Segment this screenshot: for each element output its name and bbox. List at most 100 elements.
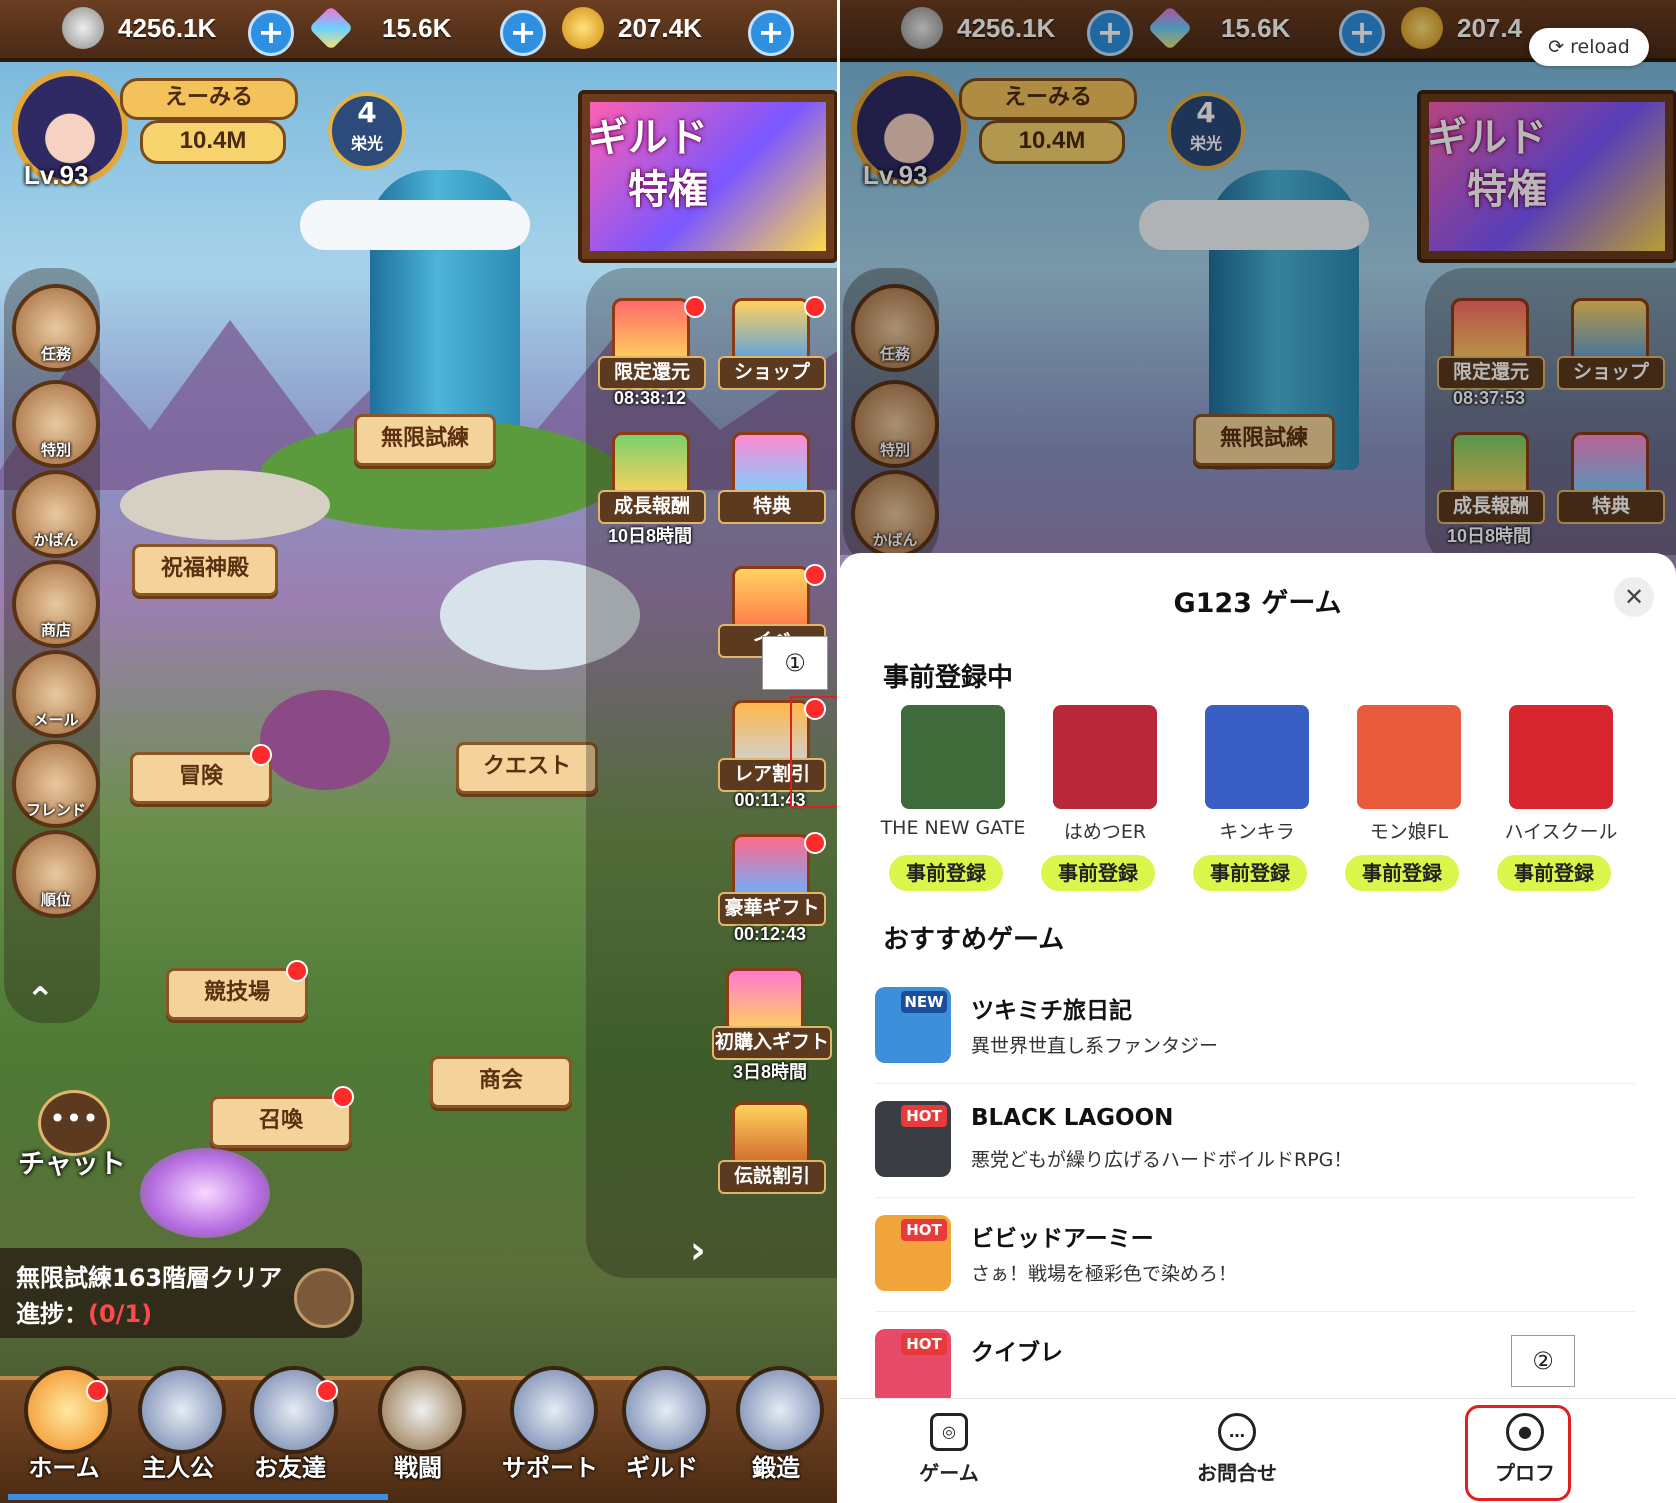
glory-badge[interactable]: 4 栄光 — [328, 92, 406, 170]
nav-label: 戦闘 — [394, 1454, 442, 1482]
first-purchase-gift-button[interactable]: 初購入ギフト 3日8時間 — [712, 968, 832, 1082]
preregister-button[interactable]: 事前登録 — [889, 855, 1003, 891]
banner-text: ギルド 特権 — [588, 112, 708, 216]
gift-icon — [612, 432, 690, 498]
menu-store-button[interactable]: 商店 — [12, 560, 100, 648]
hot-badge: HOT — [901, 1105, 947, 1127]
game-name: モン娘FL — [1369, 821, 1449, 843]
gold-value: 207.4K — [618, 12, 702, 43]
place-guild-hall[interactable]: 商会 — [430, 1056, 572, 1108]
gift-icon — [732, 834, 810, 900]
menu-label: メール — [33, 711, 79, 729]
menu-friend-button[interactable]: フレンド — [12, 740, 100, 828]
notification-dot — [804, 564, 826, 586]
sheet-bottom-navigation: ◎ ゲーム … お問合せ ● プロフ — [839, 1398, 1676, 1503]
chest-icon — [732, 1102, 810, 1168]
nav-guild[interactable]: ギルド — [612, 1366, 712, 1486]
game-description: さぁ！戦場を極彩色で染めろ！ — [971, 1263, 1238, 1285]
deluxe-gift-timer: 00:12:43 — [733, 924, 807, 944]
legend-discount-button[interactable]: 伝説割引 — [718, 1102, 826, 1194]
recommended-heading: おすすめゲーム — [883, 925, 1065, 955]
close-icon[interactable]: ✕ — [1614, 577, 1654, 617]
notification-dot — [804, 296, 826, 318]
preregister-button[interactable]: 事前登録 — [1497, 855, 1611, 891]
left-side-menu: 任務 特別 かばん 商店 メール フレンド 順位 — [4, 268, 100, 1023]
recommended-game-row[interactable]: HOT BLACK LAGOON 悪党どもが繰り広げるハードボイルドRPG！ — [875, 1101, 1635, 1198]
menu-mail-button[interactable]: メール — [12, 650, 100, 738]
guild-privilege-banner[interactable]: ギルド 特権 — [578, 90, 838, 263]
growth-reward-button[interactable]: 成長報酬 10日8時間 — [598, 432, 706, 546]
nav-hero[interactable]: 主人公 — [128, 1366, 228, 1486]
place-quest[interactable]: クエスト — [456, 742, 598, 794]
place-summon[interactable]: 召喚 — [210, 1096, 352, 1148]
gift-icon — [732, 432, 810, 498]
place-infinite-trial[interactable]: 無限試練 — [354, 414, 496, 466]
nav-label: 鍛造 — [752, 1454, 800, 1482]
glory-label: 栄光 — [350, 134, 383, 153]
nav-contact[interactable]: … お問合せ — [1177, 1413, 1297, 1486]
chevron-right-icon[interactable]: › — [690, 1228, 706, 1272]
quest-tracker[interactable]: 無限試練163階層クリア 進捗：(0/1) — [0, 1248, 362, 1338]
diamond-icon — [308, 5, 354, 51]
anvil-icon — [736, 1366, 824, 1454]
nav-forge[interactable]: 鍛造 — [726, 1366, 826, 1486]
game-name: ツキミチ旅日記 — [971, 998, 1132, 1024]
dim-overlay[interactable] — [839, 0, 1676, 555]
perks-button[interactable]: 特典 — [718, 432, 826, 524]
reload-button[interactable]: ⟳ reload — [1529, 28, 1649, 66]
reload-label: reload — [1570, 36, 1630, 58]
support-icon — [510, 1366, 598, 1454]
add-gold-button[interactable]: + — [748, 10, 794, 56]
player-level: Lv.93 — [24, 160, 89, 190]
gold-coin-icon — [562, 7, 604, 49]
gift-icon — [726, 968, 804, 1034]
limited-return-button[interactable]: 限定還元 08:38:12 — [598, 298, 706, 408]
nav-label: お問合せ — [1197, 1461, 1277, 1485]
shop-label: ショップ — [718, 356, 826, 390]
menu-mission-button[interactable]: 任務 — [12, 284, 100, 372]
collapse-menu-icon[interactable]: ⌃ — [26, 980, 55, 1020]
adventure-dome[interactable] — [260, 690, 390, 790]
recommended-game-row[interactable]: HOT ビビッドアーミー さぁ！戦場を極彩色で染めろ！ — [875, 1215, 1635, 1312]
recommended-game-row[interactable]: NEW ツキミチ旅日記 異世界世直し系ファンタジー — [875, 987, 1635, 1084]
annotation-highlight-2 — [1465, 1405, 1571, 1501]
player-power: 10.4M — [140, 120, 286, 164]
cloud-decoration — [300, 200, 530, 250]
banner-line2: 特権 — [628, 167, 708, 213]
game-name: BLACK LAGOON — [971, 1105, 1174, 1131]
deluxe-gift-button[interactable]: 豪華ギフト 00:12:43 — [718, 834, 826, 944]
game-thumbnail — [901, 705, 1005, 809]
crossed-swords-icon — [378, 1366, 466, 1454]
annotation-marker-1: ① — [762, 636, 828, 690]
perks-label: 特典 — [718, 490, 826, 524]
game-description: 異世界世直し系ファンタジー — [971, 1035, 1219, 1057]
hot-badge: HOT — [901, 1333, 947, 1355]
limited-return-timer: 08:38:12 — [613, 388, 687, 408]
preregister-button[interactable]: 事前登録 — [1193, 855, 1307, 891]
menu-special-button[interactable]: 特別 — [12, 380, 100, 468]
preregister-button[interactable]: 事前登録 — [1345, 855, 1459, 891]
panel-divider — [837, 0, 840, 1503]
game-thumbnail — [1509, 705, 1613, 809]
refresh-icon: ⟳ — [1548, 36, 1571, 58]
preregister-button[interactable]: 事前登録 — [1041, 855, 1155, 891]
place-blessing-temple[interactable]: 祝福神殿 — [132, 544, 278, 596]
add-diamond-button[interactable]: + — [500, 10, 546, 56]
nav-battle[interactable]: 戦闘 — [368, 1366, 468, 1486]
quest-title: 無限試練163階層クリア — [16, 1264, 283, 1292]
menu-bag-button[interactable]: かばん — [12, 470, 100, 558]
sheet-title: G123 ゲーム — [1173, 588, 1342, 619]
g123-menu-screen: 4256.1K + 15.6K + 207.4 Lv.93 えーみる 10.4M… — [839, 0, 1676, 1503]
quest-goto-icon[interactable] — [294, 1268, 354, 1328]
add-silver-button[interactable]: + — [248, 10, 294, 56]
new-badge: NEW — [901, 991, 947, 1013]
nav-label: サポート — [502, 1454, 598, 1482]
shop-button[interactable]: ショップ — [718, 298, 826, 390]
loading-progress-bar — [8, 1494, 388, 1500]
nav-game[interactable]: ◎ ゲーム — [889, 1413, 1009, 1486]
menu-rank-button[interactable]: 順位 — [12, 830, 100, 918]
annotation-highlight-1 — [790, 696, 839, 808]
chat-button-label[interactable]: チャット — [18, 1142, 126, 1181]
nav-support[interactable]: サポート — [500, 1366, 600, 1486]
first-purchase-label: 初購入ギフト — [712, 1026, 832, 1060]
